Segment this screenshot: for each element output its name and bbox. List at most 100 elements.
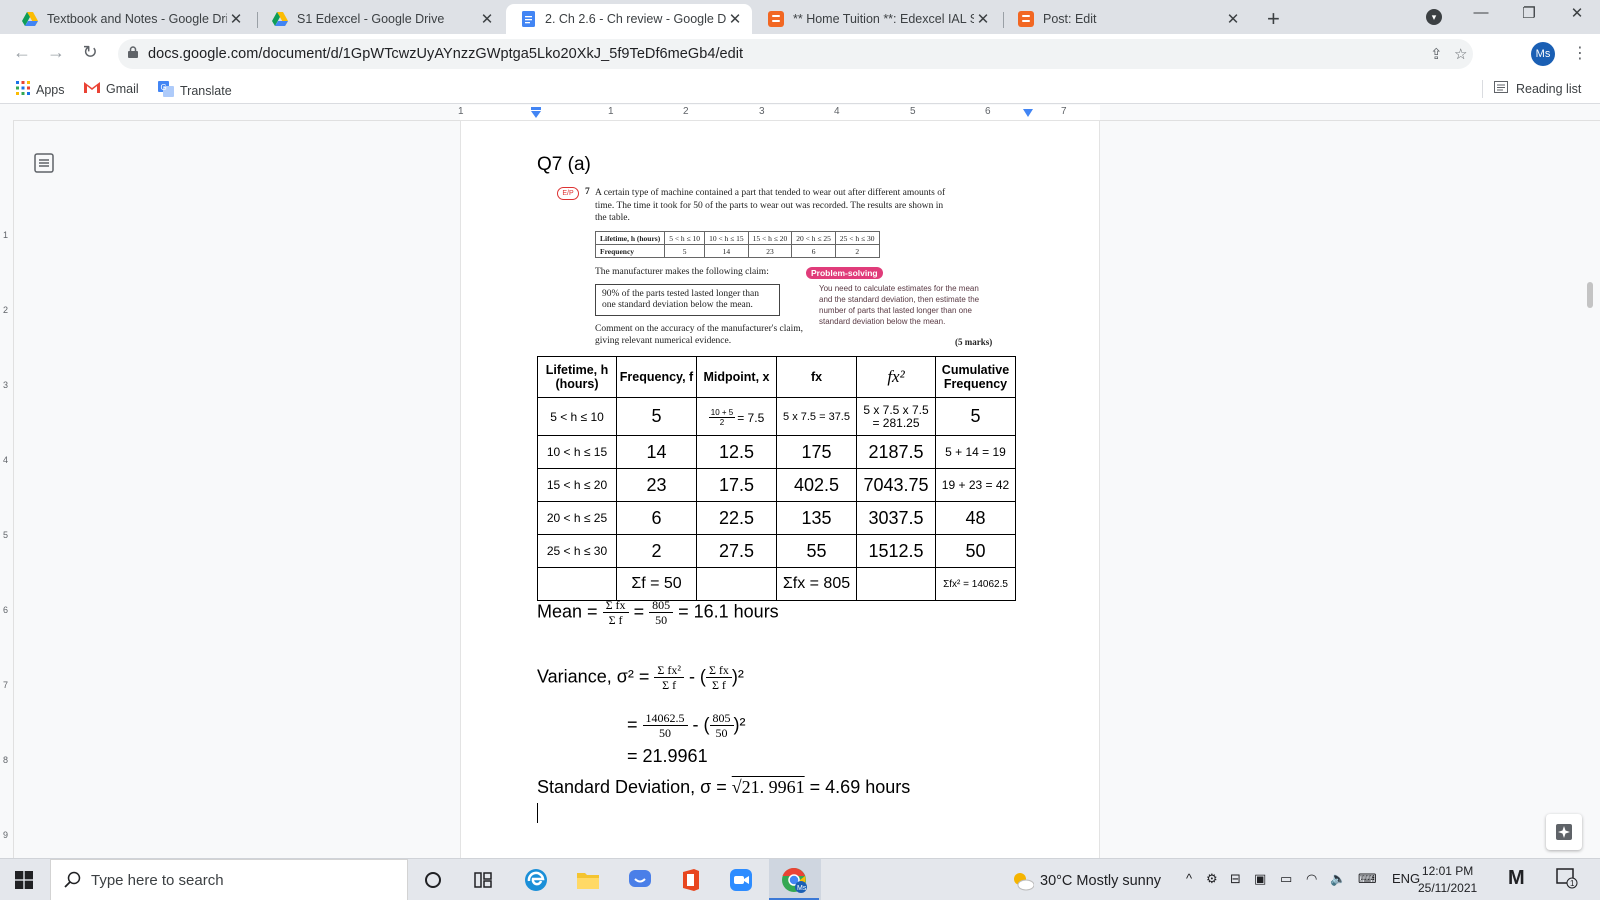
app-m-icon[interactable]: M — [1508, 867, 1525, 890]
sum-fx-over-sum-f: Σ fx Σ f — [705, 663, 732, 692]
edge-browser-icon[interactable] — [523, 867, 549, 893]
right-indent-marker[interactable] — [1022, 108, 1034, 118]
windows-taskbar: Type here to search Ms 30°C Mostly sunny… — [0, 858, 1600, 900]
table-cell: 10 + 5 2 = 7.5 — [696, 397, 777, 436]
ruler-mark: 4 — [3, 455, 9, 465]
bookmark-label: Gmail — [106, 81, 139, 96]
table-row: 25 < h ≤ 30 2 27.5 55 1512.5 50 — [537, 534, 1016, 568]
ruler-mark: 6 — [985, 106, 991, 117]
security-icon[interactable]: ⚙ — [1206, 871, 1218, 887]
volume-icon[interactable]: 🔈 — [1330, 871, 1346, 887]
sd-label: Standard Deviation, σ = — [537, 777, 727, 797]
bookmark-star-icon[interactable]: ☆ — [1454, 45, 1467, 63]
tab-search-button[interactable]: ▾ — [1426, 9, 1442, 25]
minimize-button[interactable]: — — [1466, 4, 1496, 21]
bookmark-gmail[interactable]: Gmail — [84, 81, 139, 96]
tab-home-tuition[interactable]: ** Home Tuition **: Edexcel IAL S ✕ — [754, 4, 1000, 34]
working-table[interactable]: Lifetime, h (hours) Frequency, f Midpoin… — [537, 356, 1016, 601]
lock-icon[interactable] — [128, 46, 138, 58]
partly-sunny-icon — [1014, 873, 1034, 891]
wifi-icon[interactable]: ◠ — [1306, 871, 1317, 887]
chrome-icon[interactable]: Ms — [769, 867, 819, 900]
forward-button[interactable]: → — [44, 42, 68, 63]
table-cell: 27.5 — [696, 534, 777, 568]
restore-button[interactable]: ❐ — [1514, 4, 1544, 22]
google-translate-icon: G — [158, 81, 174, 100]
ruler-mark: 6 — [3, 605, 9, 615]
close-window-button[interactable]: ✕ — [1562, 4, 1592, 22]
close-tab-icon[interactable]: ✕ — [227, 10, 245, 28]
table-row: 15 < h ≤ 20 23 17.5 402.5 7043.75 19 + 2… — [537, 468, 1016, 502]
tab-textbook-and-notes[interactable]: Textbook and Notes - Google Dri ✕ — [8, 4, 253, 34]
notifications-icon[interactable]: 1 — [1556, 867, 1578, 892]
horizontal-ruler[interactable]: 1 1 2 3 4 5 6 7 — [0, 105, 1600, 121]
profile-avatar[interactable]: Ms — [1531, 42, 1555, 66]
textbook-question-image[interactable]: E/P 7 A certain type of machine containe… — [557, 185, 997, 350]
display-icon[interactable]: ▣ — [1254, 871, 1266, 887]
vertical-ruler[interactable]: 1 2 3 4 5 6 7 8 9 — [0, 120, 14, 858]
tab-ch-review[interactable]: 2. Ch 2.6 - Ch review - Google Do ✕ — [506, 4, 752, 34]
bookmark-apps[interactable]: Apps — [16, 81, 65, 98]
table-cell — [856, 567, 936, 601]
left-indent-marker[interactable] — [530, 107, 542, 119]
keyboard-icon[interactable]: ⌨ — [1358, 871, 1377, 887]
share-icon[interactable]: ⇪ — [1430, 45, 1443, 63]
table-cell — [696, 567, 777, 601]
file-explorer-icon[interactable] — [575, 867, 601, 893]
task-view-icon[interactable] — [470, 867, 496, 893]
table-header: Lifetime, h (hours) — [537, 356, 617, 398]
show-hidden-icons-icon[interactable]: ^ — [1186, 871, 1192, 886]
ruler-mark: 3 — [759, 106, 765, 117]
table-cell: 14 — [616, 435, 697, 469]
language-indicator[interactable]: ENG — [1392, 871, 1420, 886]
reload-button[interactable]: ↻ — [78, 42, 102, 63]
weather-text: 30°C Mostly sunny — [1040, 873, 1162, 889]
tab-s1-edexcel[interactable]: S1 Edexcel - Google Drive ✕ — [258, 4, 504, 34]
tab-title: ** Home Tuition **: Edexcel IAL S — [793, 12, 974, 26]
scrollbar-thumb[interactable] — [1587, 282, 1593, 308]
table-cell: 175 — [776, 435, 857, 469]
table-cell: 12.5 — [696, 435, 777, 469]
explore-sparkle-icon — [1556, 824, 1572, 840]
variance-term2: 805 50 — [709, 711, 734, 740]
svg-text:G: G — [161, 83, 167, 92]
google-drive-icon — [22, 11, 38, 27]
battery-icon[interactable]: ▭ — [1280, 871, 1292, 887]
document-outline-icon[interactable] — [34, 153, 54, 173]
table-row: 10 < h ≤ 15 14 12.5 175 2187.5 5 + 14 = … — [537, 435, 1016, 469]
table-cell: 2 — [834, 244, 880, 258]
document-page[interactable]: Q7 (a) E/P 7 A certain type of machine c… — [461, 121, 1099, 858]
office-icon[interactable] — [678, 867, 704, 893]
bookmark-translate[interactable]: G Translate — [158, 81, 232, 100]
back-button[interactable]: ← — [10, 42, 34, 63]
explore-button[interactable] — [1546, 814, 1582, 850]
zoom-icon[interactable] — [728, 867, 754, 893]
chat-app-icon[interactable] — [627, 867, 653, 893]
svg-text:1: 1 — [1570, 879, 1575, 888]
windows-start-icon[interactable] — [15, 871, 33, 889]
meet-now-icon[interactable]: ⊟ — [1230, 871, 1241, 887]
close-tab-icon[interactable]: ✕ — [726, 10, 744, 28]
ruler-mark: 5 — [910, 106, 916, 117]
close-paren-squared: )² — [731, 666, 744, 687]
tab-post-edit[interactable]: Post: Edit ✕ — [1004, 4, 1250, 34]
table-cell: 2187.5 — [856, 435, 936, 469]
cortana-icon[interactable] — [420, 867, 446, 893]
close-tab-icon[interactable]: ✕ — [1224, 10, 1242, 28]
search-icon — [64, 871, 81, 888]
table-header: Lifetime, h (hours) — [594, 231, 666, 245]
google-drive-icon — [272, 11, 288, 27]
table-totals-row: Σf = 50 Σfx = 805 Σfx² = 14062.5 — [537, 567, 1016, 601]
close-tab-icon[interactable]: ✕ — [974, 10, 992, 28]
system-clock[interactable]: 12:01 PM 25/11/2021 — [1418, 863, 1477, 897]
weather-widget[interactable]: 30°C Mostly sunny — [1012, 871, 1161, 891]
table-cell: 17.5 — [696, 468, 777, 502]
table-header: Frequency, f — [616, 356, 697, 398]
reading-list-button[interactable]: Reading list — [1494, 81, 1581, 96]
taskbar-search[interactable]: Type here to search — [50, 859, 408, 900]
new-tab-button[interactable]: + — [1267, 6, 1280, 32]
browser-menu-icon[interactable]: ⋮ — [1572, 43, 1588, 63]
ruler-mark: 3 — [3, 380, 9, 390]
address-bar[interactable]: docs.google.com/document/d/1GpWTcwzUyAYn… — [118, 39, 1473, 69]
close-tab-icon[interactable]: ✕ — [478, 10, 496, 28]
